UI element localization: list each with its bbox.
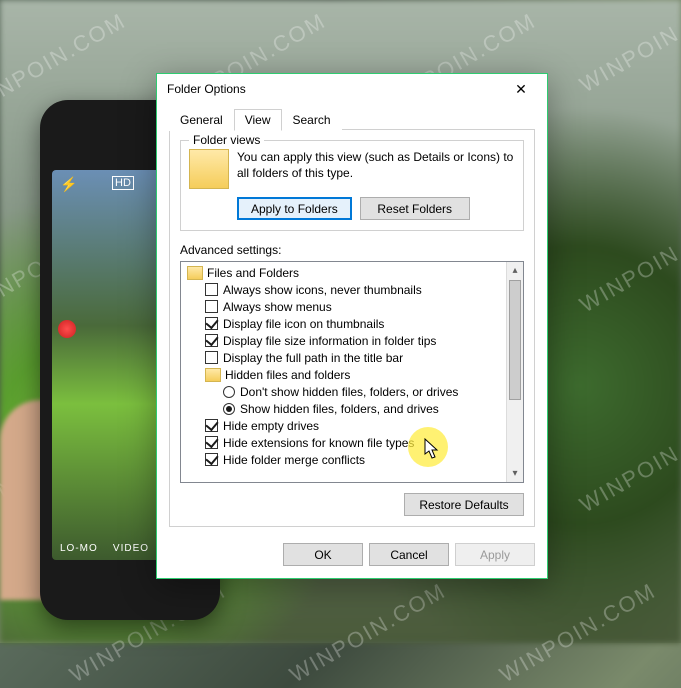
cancel-button[interactable]: Cancel [369,543,449,566]
tree-item-radio[interactable]: Show hidden files, folders, and drives [183,400,506,417]
hdr-icon: HD [112,176,134,190]
apply-button[interactable]: Apply [455,543,535,566]
phone-mode-video: VIDEO [113,543,149,554]
tree-item-radio[interactable]: Don't show hidden files, folders, or dri… [183,383,506,400]
tree-item[interactable]: Display the full path in the title bar [183,349,506,366]
flash-icon: ⚡ [60,176,77,193]
checkbox-icon[interactable] [205,436,218,449]
folder-views-title: Folder views [189,133,264,147]
titlebar[interactable]: Folder Options ✕ [157,74,547,104]
close-button[interactable]: ✕ [501,75,541,103]
record-icon [58,320,76,338]
folder-views-description: You can apply this view (such as Details… [237,149,515,189]
apply-to-folders-button[interactable]: Apply to Folders [237,197,352,220]
folder-views-group: Folder views You can apply this view (su… [180,140,524,231]
ok-button[interactable]: OK [283,543,363,566]
tab-view[interactable]: View [234,109,282,131]
folder-icon [205,368,221,382]
tree-item[interactable]: Display file icon on thumbnails [183,315,506,332]
scroll-down-button[interactable]: ▾ [507,465,523,482]
tree-folder: Hidden files and folders [183,366,506,383]
tree-root: Files and Folders [183,264,506,281]
folder-options-dialog: Folder Options ✕ General View Search Fol… [156,73,548,579]
scroll-up-button[interactable]: ▴ [507,262,523,279]
checkbox-icon[interactable] [205,283,218,296]
scrollbar[interactable]: ▴ ▾ [506,262,523,482]
dialog-button-row: OK Cancel Apply [157,537,547,578]
advanced-settings-label: Advanced settings: [180,243,524,257]
restore-defaults-button[interactable]: Restore Defaults [404,493,524,516]
tree-item[interactable]: Hide folder merge conflicts [183,451,506,468]
tab-general[interactable]: General [169,109,234,131]
tab-strip: General View Search [157,104,547,130]
phone-mode-lomo: LO-MO [60,543,98,554]
tab-body-view: Folder views You can apply this view (su… [169,130,535,527]
tree-item[interactable]: Always show icons, never thumbnails [183,281,506,298]
folder-icon [187,266,203,280]
checkbox-icon[interactable] [205,334,218,347]
radio-icon[interactable] [223,403,235,415]
dialog-title: Folder Options [167,82,246,96]
tree-item[interactable]: Hide empty drives [183,417,506,434]
radio-icon[interactable] [223,386,235,398]
checkbox-icon[interactable] [205,453,218,466]
scroll-thumb[interactable] [509,280,521,400]
checkbox-icon[interactable] [205,419,218,432]
close-icon: ✕ [515,81,527,98]
folder-views-icon [189,149,229,189]
reset-folders-button[interactable]: Reset Folders [360,197,470,220]
tree-item[interactable]: Hide extensions for known file types [183,434,506,451]
tree-item[interactable]: Display file size information in folder … [183,332,506,349]
tree-item[interactable]: Always show menus [183,298,506,315]
tab-search[interactable]: Search [282,109,342,131]
checkbox-icon[interactable] [205,300,218,313]
checkbox-icon[interactable] [205,317,218,330]
advanced-settings-tree[interactable]: Files and Folders Always show icons, nev… [180,261,524,483]
checkbox-icon[interactable] [205,351,218,364]
